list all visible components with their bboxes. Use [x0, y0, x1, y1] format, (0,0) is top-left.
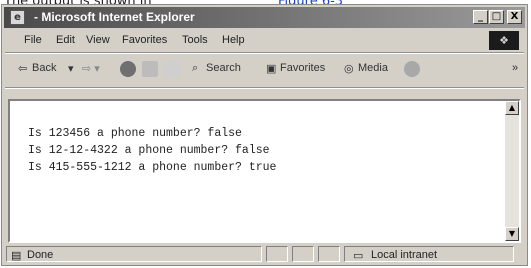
menu-separator [5, 52, 524, 54]
back-dropdown-icon[interactable]: ▾ [68, 62, 74, 75]
toolbar-more-button[interactable]: » [512, 62, 518, 74]
menu-help[interactable]: Help [222, 34, 245, 46]
search-button[interactable]: Search [206, 62, 241, 74]
status-panel [266, 246, 288, 262]
forward-button[interactable]: ⇨ ▾ [82, 62, 100, 75]
page-status-icon: ▤ [11, 250, 22, 262]
vertical-scrollbar[interactable]: ▲ ▼ [505, 101, 519, 241]
menu-file[interactable]: File [24, 34, 42, 46]
stop-icon[interactable] [120, 61, 136, 77]
minimize-button[interactable]: _ [473, 10, 488, 24]
refresh-icon[interactable] [142, 61, 158, 77]
favorites-icon: ▣ [266, 63, 277, 75]
browser-window: e - Microsoft Internet Explorer _ □ X Fi… [1, 4, 528, 266]
status-panel [318, 246, 340, 262]
output-line: Is 123456 a phone number? false [28, 127, 242, 140]
home-icon[interactable] [164, 61, 180, 77]
menu-favorites[interactable]: Favorites [122, 34, 167, 46]
menu-edit[interactable]: Edit [56, 34, 75, 46]
favorites-button[interactable]: Favorites [280, 62, 325, 74]
back-arrow-icon: ⇦ [18, 63, 28, 75]
menu-view[interactable]: View [86, 34, 110, 46]
media-icon: ◎ [344, 63, 354, 75]
status-panel-zone: ▭ Local intranet [344, 246, 514, 262]
menu-bar: File Edit View Favorites Tools Help ❖ [4, 31, 525, 51]
window-title: - Microsoft Internet Explorer [34, 10, 195, 24]
title-bar[interactable]: e - Microsoft Internet Explorer _ □ X [4, 7, 525, 28]
media-button[interactable]: Media [358, 62, 388, 74]
maximize-button[interactable]: □ [489, 10, 504, 24]
search-icon: ⌕ [192, 62, 199, 74]
output-line: Is 415-555-1212 a phone number? true [28, 161, 277, 174]
intranet-icon: ▭ [353, 250, 364, 262]
windows-logo-icon: ❖ [489, 31, 519, 50]
status-text: Done [27, 249, 54, 261]
output-line: Is 12-12-4322 a phone number? false [28, 144, 270, 157]
back-button[interactable]: Back [32, 62, 56, 74]
toolbar-separator [5, 87, 524, 89]
toolbar: ⇦ Back ▾ ⇨ ▾ ⌕ Search ▣ Favorites ◎ Medi… [4, 55, 525, 85]
scroll-up-button[interactable]: ▲ [505, 101, 519, 115]
menu-tools[interactable]: Tools [182, 34, 208, 46]
close-button[interactable]: X [507, 10, 522, 24]
ie-logo-icon: e [10, 10, 25, 25]
status-bar: ▤ Done ▭ Local intranet [4, 245, 525, 263]
status-panel [292, 246, 314, 262]
status-panel-main: ▤ Done [6, 246, 262, 262]
history-icon[interactable] [404, 61, 420, 77]
page-content: Is 123456 a phone number? false Is 12-12… [8, 99, 521, 243]
zone-label: Local intranet [371, 249, 438, 261]
scroll-down-button[interactable]: ▼ [505, 227, 519, 241]
